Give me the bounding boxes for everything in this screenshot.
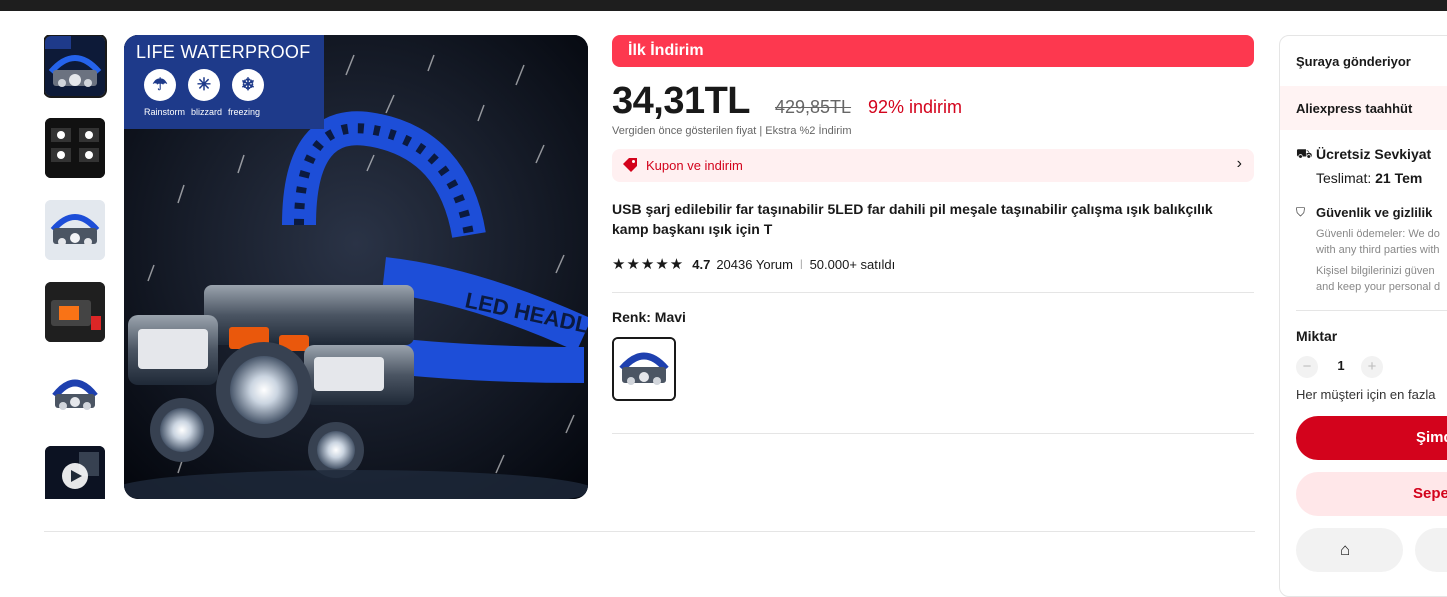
star-rating-icon: ★★★★★ xyxy=(612,256,685,273)
divider xyxy=(44,531,1255,532)
purchase-panel: Şuraya gönderiyor Aliexpress taahhüt ⛟ Ü… xyxy=(1279,35,1447,597)
quantity-decrease-button[interactable]: − xyxy=(1296,356,1318,378)
security-text-2: with any third parties with xyxy=(1316,244,1440,256)
discount-percent: 92% indirim xyxy=(868,97,963,117)
product-title: USB şarj edilebilir far taşınabilir 5LED… xyxy=(612,201,1213,237)
quantity-limit-note: Her müşteri için en fazla xyxy=(1296,387,1436,402)
chevron-right-icon: › xyxy=(1236,155,1242,172)
review-count[interactable]: 20436 Yorum xyxy=(716,257,793,272)
shield-icon: ⛉ xyxy=(1296,205,1306,219)
main-product-image[interactable]: LED HEADLIGHT LIFE WATERPROOF ☂ ✳ ❄ Rain… xyxy=(124,35,588,499)
separator: | xyxy=(799,258,803,270)
thumbnail-5[interactable] xyxy=(45,364,105,424)
free-shipping-label: Ücretsiz Sevkiyat xyxy=(1316,146,1432,162)
original-price: 429,85TL xyxy=(775,97,852,117)
divider xyxy=(612,433,1254,434)
thumbnail-list xyxy=(44,35,108,499)
commitment-banner: Aliexpress taahhüt xyxy=(1280,86,1447,130)
color-label: Renk: Mavi xyxy=(612,309,686,325)
thumbnail-1[interactable] xyxy=(44,35,107,98)
quantity-label: Miktar xyxy=(1296,328,1338,344)
secondary-action-button[interactable] xyxy=(1415,528,1447,572)
banner-label-rainstorm: Rainstorm xyxy=(144,107,186,117)
banner-label-blizzard: blizzard xyxy=(191,107,223,117)
color-swatch-blue[interactable] xyxy=(612,337,676,401)
truck-icon: ⛟ xyxy=(1296,146,1313,161)
snowflake-icon: ❄ xyxy=(232,69,264,101)
coupon-banner[interactable]: Kupon ve indirim › xyxy=(612,149,1254,182)
add-to-cart-label: Sepe xyxy=(1413,485,1447,502)
current-price: 34,31TL xyxy=(612,80,751,122)
thumbnail-3[interactable] xyxy=(45,200,105,260)
delivery-prefix: Teslimat: xyxy=(1316,170,1376,186)
divider xyxy=(1296,310,1447,311)
delivery-date: 21 Tem xyxy=(1375,170,1423,186)
quantity-increase-button[interactable]: + xyxy=(1361,356,1383,378)
rain-icon: ☂ xyxy=(144,69,176,101)
security-text-1: Güvenli ödemeler: We do xyxy=(1316,228,1440,240)
top-bar xyxy=(0,0,1447,11)
tag-icon xyxy=(623,158,637,172)
thumbnail-4[interactable] xyxy=(45,282,105,342)
security-text-3: Kişisel bilgilerinizi güven xyxy=(1316,265,1435,277)
coupon-label: Kupon ve indirim xyxy=(646,158,743,173)
delivery-info: Teslimat: 21 Tem xyxy=(1316,170,1422,186)
add-to-cart-button[interactable]: Sepe xyxy=(1296,472,1447,516)
badge-text: İlk İndirim xyxy=(628,42,704,59)
buy-now-label: Şimd xyxy=(1416,429,1447,446)
sold-count: 50.000+ satıldı xyxy=(809,256,896,272)
waterproof-title: LIFE WATERPROOF xyxy=(136,42,311,62)
tax-note: Vergiden önce gösterilen fiyat | Ekstra … xyxy=(612,125,852,137)
rating-row: ★★★★★ 4.7 20436 Yorum | 50.000+ satıldı xyxy=(612,254,895,274)
rating-value: 4.7 xyxy=(692,256,711,272)
commitment-label: Aliexpress taahhüt xyxy=(1296,101,1413,116)
waterproof-banner: LIFE WATERPROOF ☂ ✳ ❄ Rainstorm blizzard… xyxy=(124,35,324,129)
first-discount-badge: İlk İndirim xyxy=(612,35,1254,67)
divider xyxy=(612,292,1254,293)
thumbnail-6-video[interactable] xyxy=(45,446,105,499)
banner-label-freezing: freezing xyxy=(228,107,261,117)
ship-to-label[interactable]: Şuraya gönderiyor xyxy=(1296,54,1411,69)
security-title: Güvenlik ve gizlilik xyxy=(1316,205,1433,220)
store-button[interactable]: ⌂ xyxy=(1296,528,1403,572)
security-text-4: and keep your personal d xyxy=(1316,281,1441,293)
snow-icon: ✳ xyxy=(188,69,220,101)
quantity-value[interactable]: 1 xyxy=(1336,358,1346,373)
store-icon: ⌂ xyxy=(1340,540,1351,559)
thumbnail-2[interactable] xyxy=(45,118,105,178)
buy-now-button[interactable]: Şimd xyxy=(1296,416,1447,460)
